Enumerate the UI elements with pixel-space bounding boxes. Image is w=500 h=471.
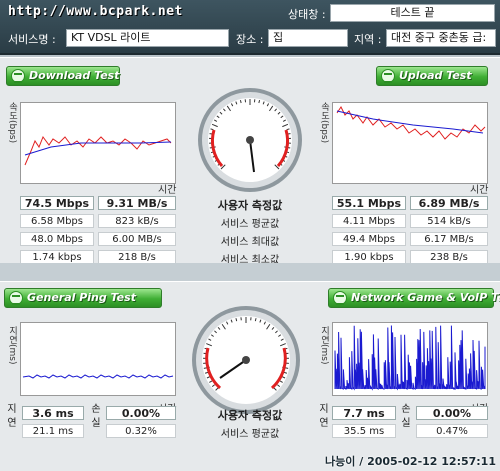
game-loss-side-2: 실	[401, 418, 411, 429]
upload-user-bps: 55.1 Mbps	[332, 196, 406, 210]
upload-test-button[interactable]: Upload Test	[376, 66, 488, 86]
place-field[interactable]: 집	[268, 29, 348, 47]
service-label: 서비스명 :	[8, 33, 56, 46]
download-avg-bps: 6.58 Mbps	[20, 214, 94, 228]
header-bar: http://www.bcpark.net 상태창 : 테스트 끝 서비스명 :…	[0, 0, 500, 55]
game-loss-side-1: 손	[401, 404, 411, 415]
game-voip-test-button[interactable]: Network Game & VoIP Test	[328, 288, 500, 308]
download-min-bps: 1.74 kbps	[20, 250, 94, 264]
ping-avg-loss: 0.32%	[106, 424, 176, 438]
gauge-tick	[258, 100, 261, 104]
ping-graph	[20, 322, 176, 396]
download-trace	[24, 135, 172, 166]
ping-test-label: General Ping Test	[27, 291, 136, 304]
service-field[interactable]: KT VDSL 라이트	[66, 29, 229, 47]
game-avg-loss: 0.47%	[416, 424, 488, 438]
upload-max-bytes: 6.17 MB/s	[410, 232, 488, 246]
game-user-loss: 0.00%	[416, 406, 488, 420]
gauge-tick	[239, 100, 242, 104]
download-xlabel: 시간	[158, 185, 177, 196]
test-icon	[9, 291, 23, 305]
download-avg-bytes: 823 kB/s	[98, 214, 176, 228]
status-field: 테스트 끝	[330, 4, 495, 22]
game-trace-line	[334, 325, 486, 391]
gauge-tick	[235, 318, 238, 322]
service-max-label: 서비스 최대값	[220, 237, 280, 248]
section-divider	[0, 263, 500, 281]
ping-user-delay: 3.6 ms	[22, 406, 84, 420]
user-measured-label-2: 사용자 측정값	[217, 409, 283, 422]
upload-avg-bytes: 514 kB/s	[410, 214, 488, 228]
game-graph	[332, 322, 488, 396]
upload-avg-bps: 4.11 Mbps	[332, 214, 406, 228]
download-graph	[20, 102, 176, 184]
test-icon	[11, 69, 25, 83]
place-label: 장소 :	[236, 33, 264, 46]
test-icon	[381, 69, 395, 83]
throughput-section: Download Test Upload Test 속도(bps) 시간 속도(…	[0, 57, 500, 266]
upload-ylabel: 속도(bps)	[319, 102, 329, 144]
region-label: 지역 :	[354, 33, 382, 46]
user-measured-label: 사용자 측정값	[217, 199, 283, 212]
service-avg-label: 서비스 평균값	[220, 219, 280, 230]
timestamp-stamp: 나능이 / 2005-02-12 12:57:11	[325, 455, 496, 468]
ping-side-label-2: 연	[7, 418, 17, 429]
download-test-button[interactable]: Download Test	[6, 66, 120, 86]
ping-avg-delay: 21.1 ms	[22, 424, 84, 438]
game-voip-test-label: Network Game & VoIP Test	[351, 291, 500, 304]
upload-xlabel: 시간	[470, 185, 489, 196]
upload-test-label: Upload Test	[399, 69, 472, 82]
speed-gauge	[198, 88, 302, 192]
status-label: 상태창 :	[288, 8, 326, 21]
download-min-bytes: 218 B/s	[98, 250, 176, 264]
download-user-bps: 74.5 Mbps	[20, 196, 94, 210]
upload-max-bps: 49.4 Mbps	[332, 232, 406, 246]
upload-graph	[332, 102, 488, 184]
game-user-delay: 7.7 ms	[332, 406, 396, 420]
download-max-bps: 48.0 Mbps	[20, 232, 94, 246]
upload-min-bps: 1.90 kbps	[332, 250, 406, 264]
download-ylabel: 속도(bps)	[7, 102, 17, 144]
upload-trace	[336, 106, 486, 140]
game-trace	[334, 325, 486, 391]
download-max-bytes: 6.00 MB/s	[98, 232, 176, 246]
ping-loss-side-1: 손	[91, 404, 101, 415]
gauge-tick	[254, 318, 257, 322]
game-ylabel: 지연(ms)	[319, 326, 329, 365]
download-user-bytes: 9.31 MB/s	[98, 196, 176, 210]
service-avg-label-2: 서비스 평균값	[220, 429, 280, 440]
upload-user-bytes: 6.89 MB/s	[410, 196, 488, 210]
ping-loss-side-2: 실	[91, 418, 101, 429]
region-field[interactable]: 대전 중구 중촌동 급:	[386, 29, 496, 47]
game-avg-delay: 35.5 ms	[332, 424, 396, 438]
upload-min-bytes: 238 B/s	[410, 250, 488, 264]
game-side-label-1: 지	[319, 404, 329, 415]
ping-test-button[interactable]: General Ping Test	[4, 288, 162, 308]
test-icon	[333, 291, 347, 305]
latency-section: General Ping Test Network Game & VoIP Te…	[0, 281, 500, 471]
latency-gauge	[192, 306, 300, 414]
ping-user-loss: 0.00%	[106, 406, 176, 420]
ping-ylabel: 지연(ms)	[7, 326, 17, 365]
ping-side-label-1: 지	[7, 404, 17, 415]
game-side-label-2: 연	[319, 418, 329, 429]
ping-trace	[22, 374, 174, 379]
download-test-label: Download Test	[29, 69, 120, 82]
site-url[interactable]: http://www.bcpark.net	[8, 4, 183, 19]
